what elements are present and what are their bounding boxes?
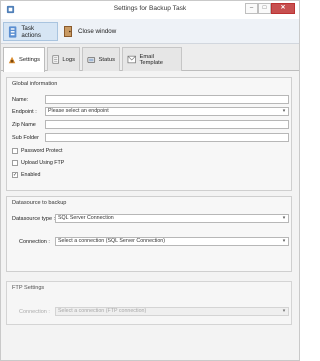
tab-settings[interactable]: Settings: [3, 47, 45, 72]
password-protect-label: Password Protect: [21, 148, 63, 154]
tab-logs[interactable]: Logs: [47, 47, 80, 71]
datasource-type-label: Datasource type :: [12, 216, 56, 222]
global-information-group: Global information Name: Endpoint : Plea…: [6, 77, 292, 191]
minimize-button[interactable]: –: [245, 3, 258, 14]
datasource-connection-label: Connection :: [19, 239, 50, 245]
close-window-icon: [64, 26, 72, 37]
endpoint-value: Please select an endpoint: [48, 108, 109, 114]
chevron-down-icon: ▾: [282, 238, 286, 244]
datasource-connection-select[interactable]: Select a connection (SQL Server Connecti…: [55, 237, 289, 246]
tab-strip: Settings Logs Status Email Template: [1, 44, 299, 72]
endpoint-label: Endpoint :: [12, 109, 37, 115]
log-icon: [52, 55, 59, 64]
zip-name-input[interactable]: [45, 120, 289, 129]
task-actions-label: Task actions: [21, 24, 41, 39]
password-protect-checkbox[interactable]: Password Protect: [12, 148, 63, 154]
ftp-connection-select[interactable]: Select a connection (FTP connection) ▾: [55, 307, 289, 316]
title-bar: Settings for Backup Task – □ ✕: [1, 1, 299, 19]
ftp-settings-title: FTP Settings: [12, 285, 45, 291]
ftp-connection-label: Connection :: [19, 309, 50, 315]
upload-ftp-label: Upload Using FTP: [21, 160, 65, 166]
enabled-checkbox[interactable]: ✓ Enabled: [12, 172, 40, 178]
ribbon-toolbar: Task actions Close window: [1, 19, 299, 44]
datasource-title: Datasource to backup: [12, 200, 67, 206]
tab-email-template[interactable]: Email Template: [122, 47, 182, 71]
close-button[interactable]: ✕: [271, 3, 295, 14]
upload-ftp-box[interactable]: [12, 160, 18, 166]
task-actions-button[interactable]: Task actions: [3, 22, 58, 41]
tab-settings-label: Settings: [19, 57, 40, 63]
datasource-group: Datasource to backup Datasource type : S…: [6, 196, 292, 272]
datasource-connection-value: Select a connection (SQL Server Connecti…: [58, 238, 165, 244]
tab-status[interactable]: Status: [82, 47, 120, 71]
tab-email-template-label: Email Template: [139, 53, 164, 66]
name-input[interactable]: [45, 95, 289, 104]
status-icon: [87, 56, 96, 63]
password-protect-box[interactable]: [12, 148, 18, 154]
ftp-connection-value: Select a connection (FTP connection): [58, 308, 147, 314]
global-information-title: Global information: [12, 81, 58, 87]
tab-logs-label: Logs: [62, 56, 75, 63]
enabled-check-icon[interactable]: ✓: [12, 172, 18, 178]
endpoint-select[interactable]: Please select an endpoint ▾: [45, 107, 289, 116]
datasource-type-select[interactable]: SQL Server Connection ▾: [55, 214, 289, 223]
chevron-down-icon: ▾: [282, 108, 286, 114]
task-actions-icon: [8, 25, 17, 38]
sub-folder-label: Sub Folder: [12, 135, 39, 141]
datasource-type-value: SQL Server Connection: [58, 215, 114, 221]
maximize-button[interactable]: □: [258, 3, 271, 14]
name-label: Name:: [12, 97, 29, 103]
settings-icon: [8, 56, 16, 64]
enabled-label: Enabled: [21, 172, 41, 178]
upload-ftp-checkbox[interactable]: Upload Using FTP: [12, 160, 64, 166]
close-window-button[interactable]: Close window: [59, 22, 127, 41]
email-icon: [127, 55, 136, 64]
chevron-down-icon: ▾: [282, 215, 286, 221]
chevron-down-icon: ▾: [282, 308, 286, 314]
ftp-settings-group: FTP Settings Connection : Select a conne…: [6, 281, 292, 325]
sub-folder-input[interactable]: [45, 133, 289, 142]
tab-status-label: Status: [98, 56, 115, 63]
close-window-label: Close window: [78, 28, 117, 35]
settings-window: Settings for Backup Task – □ ✕ Task acti…: [0, 0, 300, 361]
zip-name-label: Zip Name: [12, 122, 36, 128]
